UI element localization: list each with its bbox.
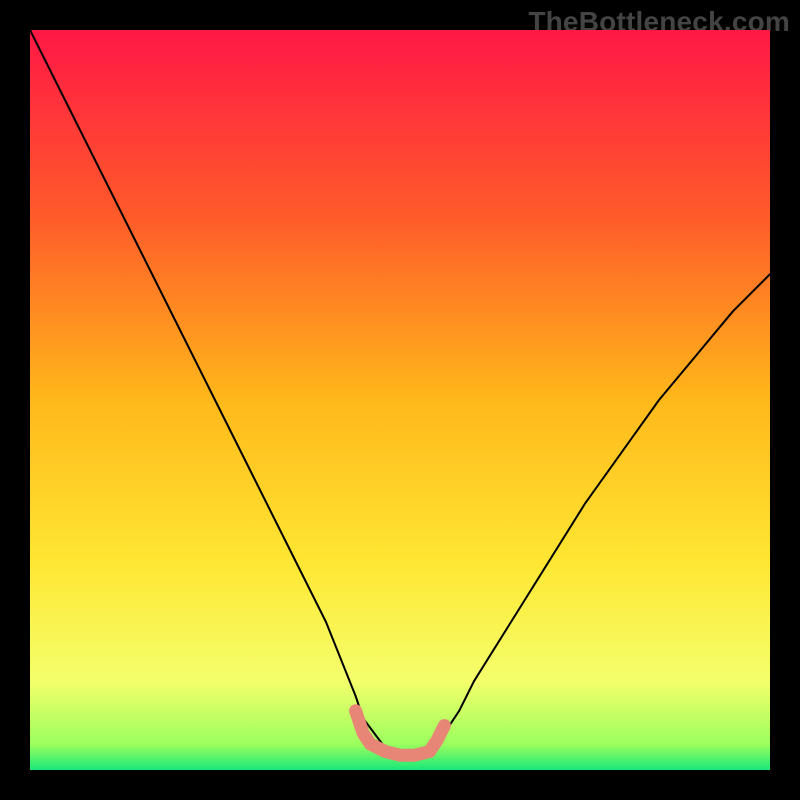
plot-area — [30, 30, 770, 770]
chart-svg — [30, 30, 770, 770]
chart-frame: TheBottleneck.com — [0, 0, 800, 800]
